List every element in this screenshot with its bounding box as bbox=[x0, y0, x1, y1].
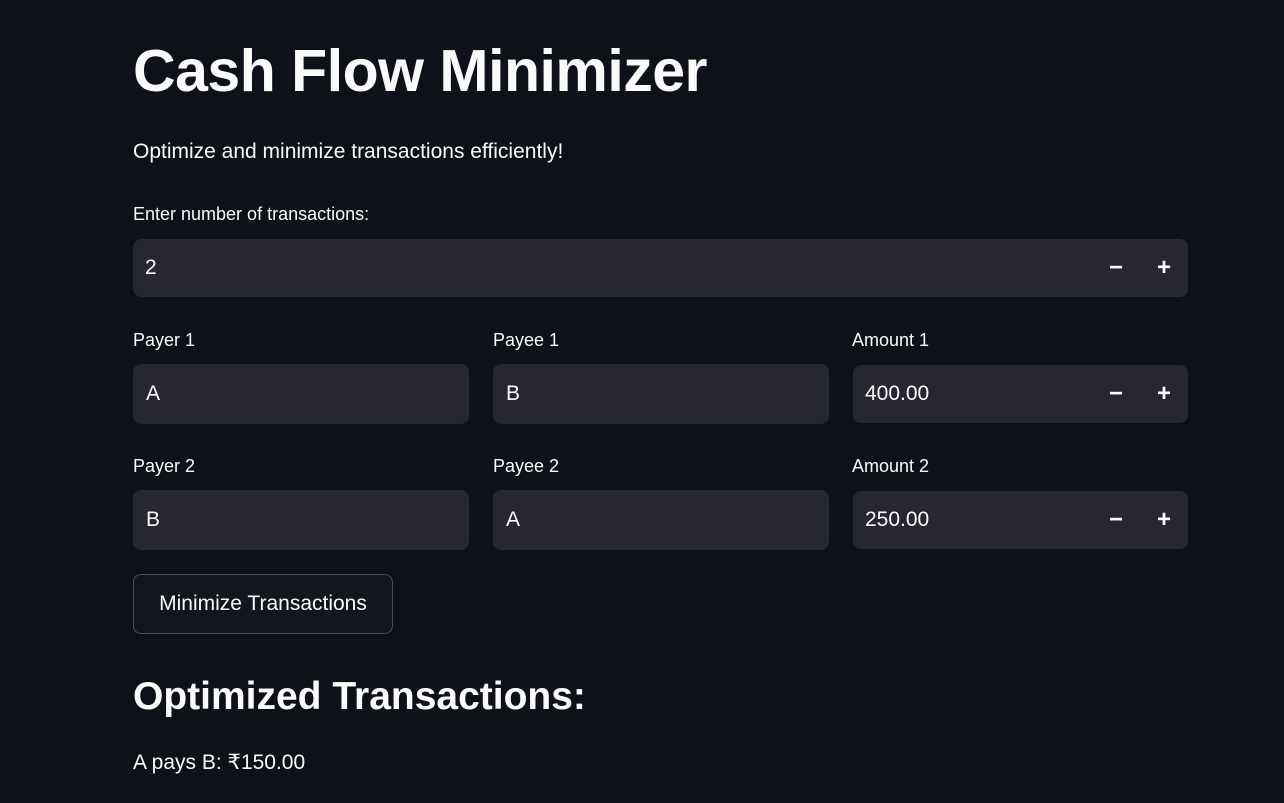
page-title: Cash Flow Minimizer bbox=[133, 38, 708, 104]
payee-1-label: Payee 1 bbox=[493, 330, 560, 350]
payer-2-label: Payer 2 bbox=[133, 456, 196, 476]
amount-2-value[interactable]: 250.00 bbox=[865, 491, 929, 549]
transaction-count-stepper: − + bbox=[1092, 239, 1188, 297]
amount-1-label: Amount 1 bbox=[852, 330, 930, 350]
increment-button[interactable]: + bbox=[1140, 239, 1188, 297]
minimize-transactions-button[interactable]: Minimize Transactions bbox=[133, 574, 393, 634]
decrement-button[interactable]: − bbox=[1092, 239, 1140, 297]
transaction-count-input[interactable]: 2 − + bbox=[133, 239, 1188, 297]
payer-1-input[interactable]: A bbox=[133, 364, 469, 424]
results-heading: Optimized Transactions: bbox=[133, 675, 586, 718]
payee-2-label: Payee 2 bbox=[493, 456, 560, 476]
amount-1-decrement-button[interactable]: − bbox=[1092, 365, 1140, 423]
payee-1-input[interactable]: B bbox=[493, 364, 829, 424]
transaction-count-label: Enter number of transactions: bbox=[133, 204, 370, 224]
result-item: A pays B: ₹150.00 bbox=[133, 751, 306, 774]
amount-2-label: Amount 2 bbox=[852, 456, 930, 476]
amount-2-input[interactable]: 250.00 − + bbox=[853, 491, 1188, 549]
payee-2-input[interactable]: A bbox=[493, 490, 829, 550]
payee-1-value[interactable]: B bbox=[506, 364, 520, 424]
payer-1-value[interactable]: A bbox=[146, 364, 160, 424]
amount-2-decrement-button[interactable]: − bbox=[1092, 491, 1140, 549]
page-subtitle: Optimize and minimize transactions effic… bbox=[133, 140, 564, 163]
amount-1-value[interactable]: 400.00 bbox=[865, 365, 929, 423]
amount-1-increment-button[interactable]: + bbox=[1140, 365, 1188, 423]
payer-2-input[interactable]: B bbox=[133, 490, 469, 550]
amount-2-stepper: − + bbox=[1092, 491, 1188, 549]
payer-1-label: Payer 1 bbox=[133, 330, 196, 350]
amount-2-increment-button[interactable]: + bbox=[1140, 491, 1188, 549]
amount-1-stepper: − + bbox=[1092, 365, 1188, 423]
transaction-count-value[interactable]: 2 bbox=[145, 239, 157, 297]
amount-1-input[interactable]: 400.00 − + bbox=[853, 365, 1188, 423]
payee-2-value[interactable]: A bbox=[506, 490, 520, 550]
payer-2-value[interactable]: B bbox=[146, 490, 160, 550]
